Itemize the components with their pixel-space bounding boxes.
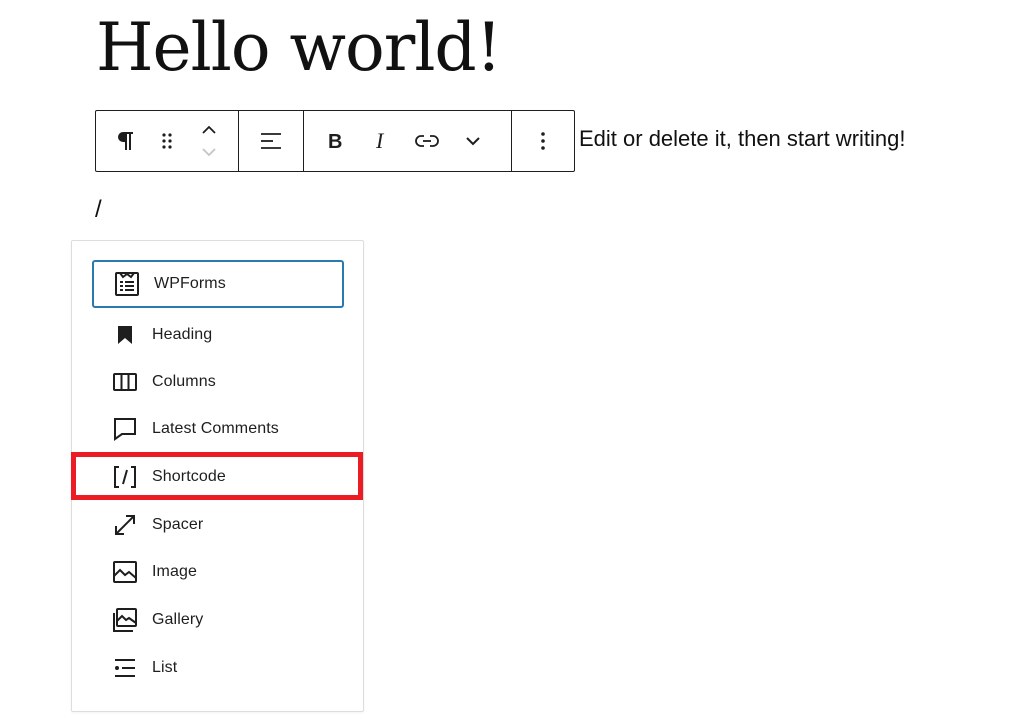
- options-group: [512, 111, 574, 171]
- bold-icon[interactable]: B: [312, 111, 358, 171]
- link-icon[interactable]: [404, 111, 450, 171]
- inserter-item-spacer[interactable]: Spacer: [92, 501, 344, 549]
- inserter-item-label: WPForms: [154, 275, 226, 292]
- image-icon: [112, 559, 138, 585]
- inserter-item-list[interactable]: List: [92, 644, 344, 692]
- svg-text:B: B: [328, 131, 342, 151]
- align-icon[interactable]: [248, 111, 294, 171]
- inserter-item-label: Image: [152, 563, 197, 580]
- inserter-item-gallery[interactable]: Gallery: [92, 596, 344, 644]
- options-kebab-icon[interactable]: [520, 111, 566, 171]
- svg-text:I: I: [375, 131, 385, 151]
- shortcode-icon: [112, 464, 138, 490]
- inserter-item-label: Shortcode: [152, 468, 226, 485]
- inserter-item-label: Columns: [152, 373, 216, 390]
- slash-command-text[interactable]: /: [95, 196, 102, 224]
- inserter-item-label: Spacer: [152, 516, 204, 533]
- drag-handle-icon[interactable]: [154, 111, 180, 171]
- comment-icon: [112, 416, 138, 442]
- post-title[interactable]: Hello world!: [96, 8, 502, 88]
- more-chevron-icon[interactable]: [450, 111, 496, 171]
- wpforms-icon: [114, 271, 140, 297]
- paragraph-block[interactable]: Edit or delete it, then start writing!: [579, 126, 906, 152]
- italic-icon[interactable]: I: [358, 111, 404, 171]
- block-type-group: [96, 111, 239, 171]
- block-toolbar: B I: [95, 110, 575, 172]
- inserter-item-label: Heading: [152, 326, 213, 343]
- inserter-item-heading[interactable]: Heading: [92, 311, 344, 359]
- paragraph-icon[interactable]: [96, 111, 154, 171]
- columns-icon: [112, 369, 138, 395]
- alignment-group: [239, 111, 304, 171]
- gallery-icon: [112, 607, 138, 633]
- inserter-item-label: Gallery: [152, 611, 204, 628]
- resize-arrow-icon: [112, 512, 138, 538]
- inserter-item-label: Latest Comments: [152, 420, 279, 437]
- inserter-item-image[interactable]: Image: [92, 548, 344, 596]
- bookmark-icon: [112, 322, 138, 348]
- inserter-item-latest-comments[interactable]: Latest Comments: [92, 405, 344, 453]
- inserter-item-columns[interactable]: Columns: [92, 358, 344, 406]
- list-icon: [112, 655, 138, 681]
- inserter-item-wpforms[interactable]: WPForms: [92, 260, 344, 308]
- inserter-item-label: List: [152, 659, 178, 676]
- formatting-group: B I: [304, 111, 512, 171]
- move-up-down-icon[interactable]: [180, 111, 238, 171]
- inserter-item-shortcode[interactable]: Shortcode: [92, 453, 344, 501]
